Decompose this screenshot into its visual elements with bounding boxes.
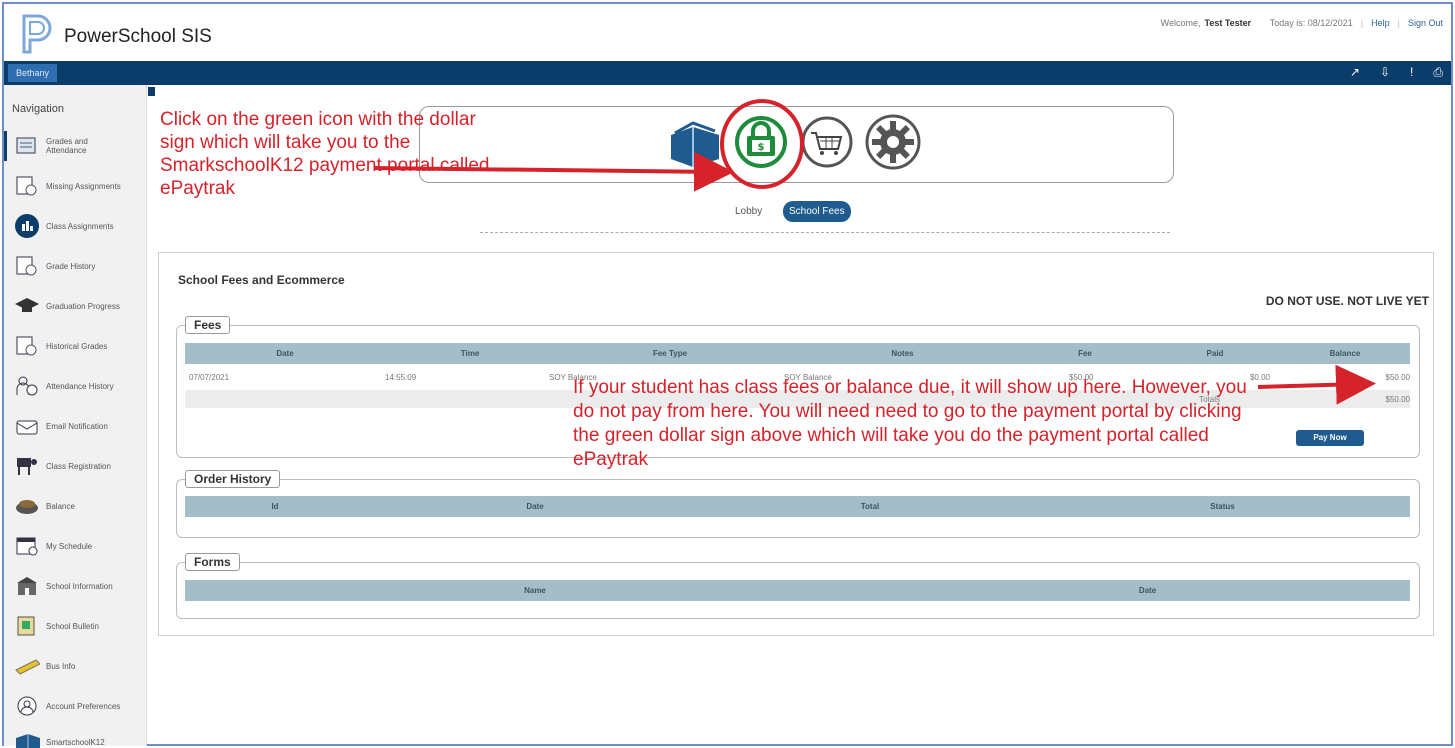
arrow-to-dollar-icon xyxy=(374,151,734,192)
annotation-arrows xyxy=(374,151,1376,405)
arrow-to-balance xyxy=(1257,364,1376,405)
